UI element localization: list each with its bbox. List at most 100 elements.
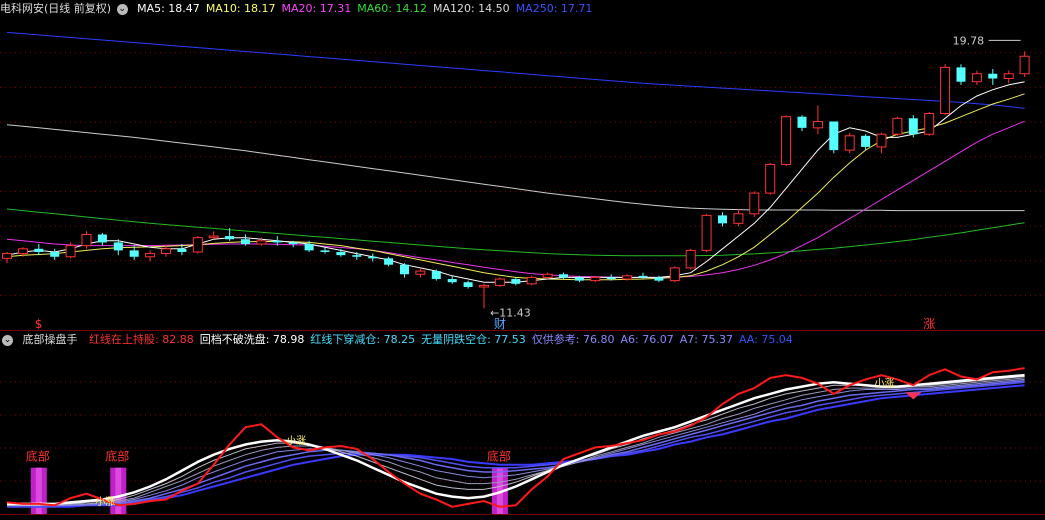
candle-body <box>559 274 568 278</box>
candle-body <box>526 276 537 285</box>
ma-legend-item: MA5: 18.47 <box>137 2 200 15</box>
ma20-line <box>6 120 1025 278</box>
marker-rise: 涨 <box>923 316 935 330</box>
candle-body <box>829 121 839 151</box>
indicator-line <box>7 381 1025 508</box>
candle-body <box>606 277 616 280</box>
indicator-line <box>7 373 1025 506</box>
candle-body <box>861 135 871 147</box>
candle-body <box>1003 73 1014 80</box>
indicator-legend-item: 红线下穿减仓: 78.25 <box>310 333 416 346</box>
indicator-legend: 红线在上持股: 82.88 回档不破洗盘: 78.98 红线下穿减仓: 78.25 无… <box>89 333 799 346</box>
candle-body <box>797 116 807 128</box>
candle-body <box>892 117 903 135</box>
candle-body <box>685 249 696 269</box>
candle-body <box>65 245 76 258</box>
collapse-icon[interactable]: ⌄ <box>2 334 13 346</box>
candle-body <box>940 66 951 115</box>
indicator-legend-item: AA: 75.04 <box>738 333 793 346</box>
candle-body <box>908 118 918 135</box>
candle-body <box>669 267 680 282</box>
candle-body <box>574 277 584 281</box>
indicator-legend-item: A7: 75.37 <box>679 333 733 346</box>
collapse-icon[interactable]: ⌄ <box>116 3 128 15</box>
candle-body <box>129 250 139 257</box>
candle-body <box>368 256 378 259</box>
candle-body <box>733 213 744 224</box>
bottom-signal-label: 底部 <box>26 449 50 464</box>
candle-body <box>256 240 267 245</box>
candle-body <box>718 215 727 224</box>
candle-body <box>241 239 250 245</box>
candle-body <box>622 275 633 280</box>
candle-body <box>988 73 998 79</box>
stock-title: 电科网安(日线 前复权) <box>0 2 112 15</box>
candle-body <box>17 248 28 255</box>
candle-body <box>1019 55 1030 75</box>
candle-body <box>590 276 601 282</box>
bottom-signal-bar-highlight <box>115 467 122 514</box>
candle-body <box>81 233 92 247</box>
candle-body <box>654 277 664 281</box>
ma-legend-item: MA120: 14.50 <box>432 2 510 15</box>
candle-body <box>320 250 330 252</box>
candle-body <box>2 253 12 259</box>
candle-body <box>304 244 314 251</box>
candle-body <box>844 135 855 151</box>
candlestick-chart[interactable]: 19.78←11.43$ 财涨 <box>0 18 1045 330</box>
candle-body <box>113 242 123 251</box>
small-rise-label: 小涨 <box>875 377 895 389</box>
indicator-legend-item: 无量阴跌空仓: 77.53 <box>421 333 526 346</box>
indicator-title: 底部操盘手 <box>22 333 78 346</box>
ma120-line <box>6 124 1025 212</box>
bottom-divider <box>0 514 1045 515</box>
bottom-signal-label: 底部 <box>487 449 511 464</box>
candle-body <box>225 236 235 240</box>
candle-body <box>812 120 823 129</box>
candle-body <box>511 279 521 284</box>
candle-body <box>145 253 156 258</box>
candle-body <box>749 192 760 215</box>
candle-body <box>479 284 489 288</box>
candle-body <box>765 163 776 194</box>
candle-body <box>34 248 44 252</box>
candle-body <box>161 248 171 255</box>
candle-body <box>956 67 966 82</box>
indicator-chart[interactable]: 底部 底部 底部小涨小涨小涨 <box>0 349 1045 514</box>
indicator-legend-item: 回档不破洗盘: 78.98 <box>199 333 305 346</box>
candle-body <box>876 133 887 148</box>
candle-body <box>415 270 426 275</box>
candle-body <box>447 279 457 283</box>
candle-body <box>542 273 553 278</box>
candle-body <box>463 282 473 287</box>
candle-body <box>192 237 203 253</box>
indicator-legend-item: A6: 76.07 <box>620 333 674 346</box>
candle-body <box>352 255 362 257</box>
bottom-panel-header: ⌄ 底部操盘手 红线在上持股: 82.88 回档不破洗盘: 78.98 红线下穿减仓… <box>0 331 805 349</box>
ma-legend-item: MA20: 17.31 <box>281 2 352 15</box>
candle-body <box>336 251 346 256</box>
bottom-signal-label: 底部 <box>105 449 129 464</box>
candle-body <box>400 264 409 275</box>
ma60-line <box>6 208 1025 257</box>
high-price-label: 19.78 <box>953 34 985 47</box>
candle-body <box>781 116 792 165</box>
ma-legend: MA5: 18.47 MA10: 18.17 MA20: 17.31 MA60: 14… <box>137 2 598 15</box>
candle-body <box>431 271 441 280</box>
ma-legend-item: MA250: 17.71 <box>515 2 593 15</box>
candle-body <box>272 240 282 243</box>
candle-body <box>288 242 298 245</box>
candle-body <box>638 275 648 278</box>
candle-body <box>924 113 935 135</box>
ma-legend-item: MA60: 14.12 <box>357 2 427 15</box>
marker-dollar: $ <box>35 317 43 330</box>
marker-finance: 财 <box>494 317 506 330</box>
candle-body <box>50 251 60 257</box>
candle-body <box>971 73 982 83</box>
candle-body <box>97 234 107 243</box>
candle-body <box>494 278 505 286</box>
candle-body <box>177 248 187 252</box>
indicator-legend-item: 仅供参考: 76.80 <box>531 333 615 346</box>
ma-legend-item: MA10: 18.17 <box>205 2 276 15</box>
candle-body <box>701 214 712 251</box>
